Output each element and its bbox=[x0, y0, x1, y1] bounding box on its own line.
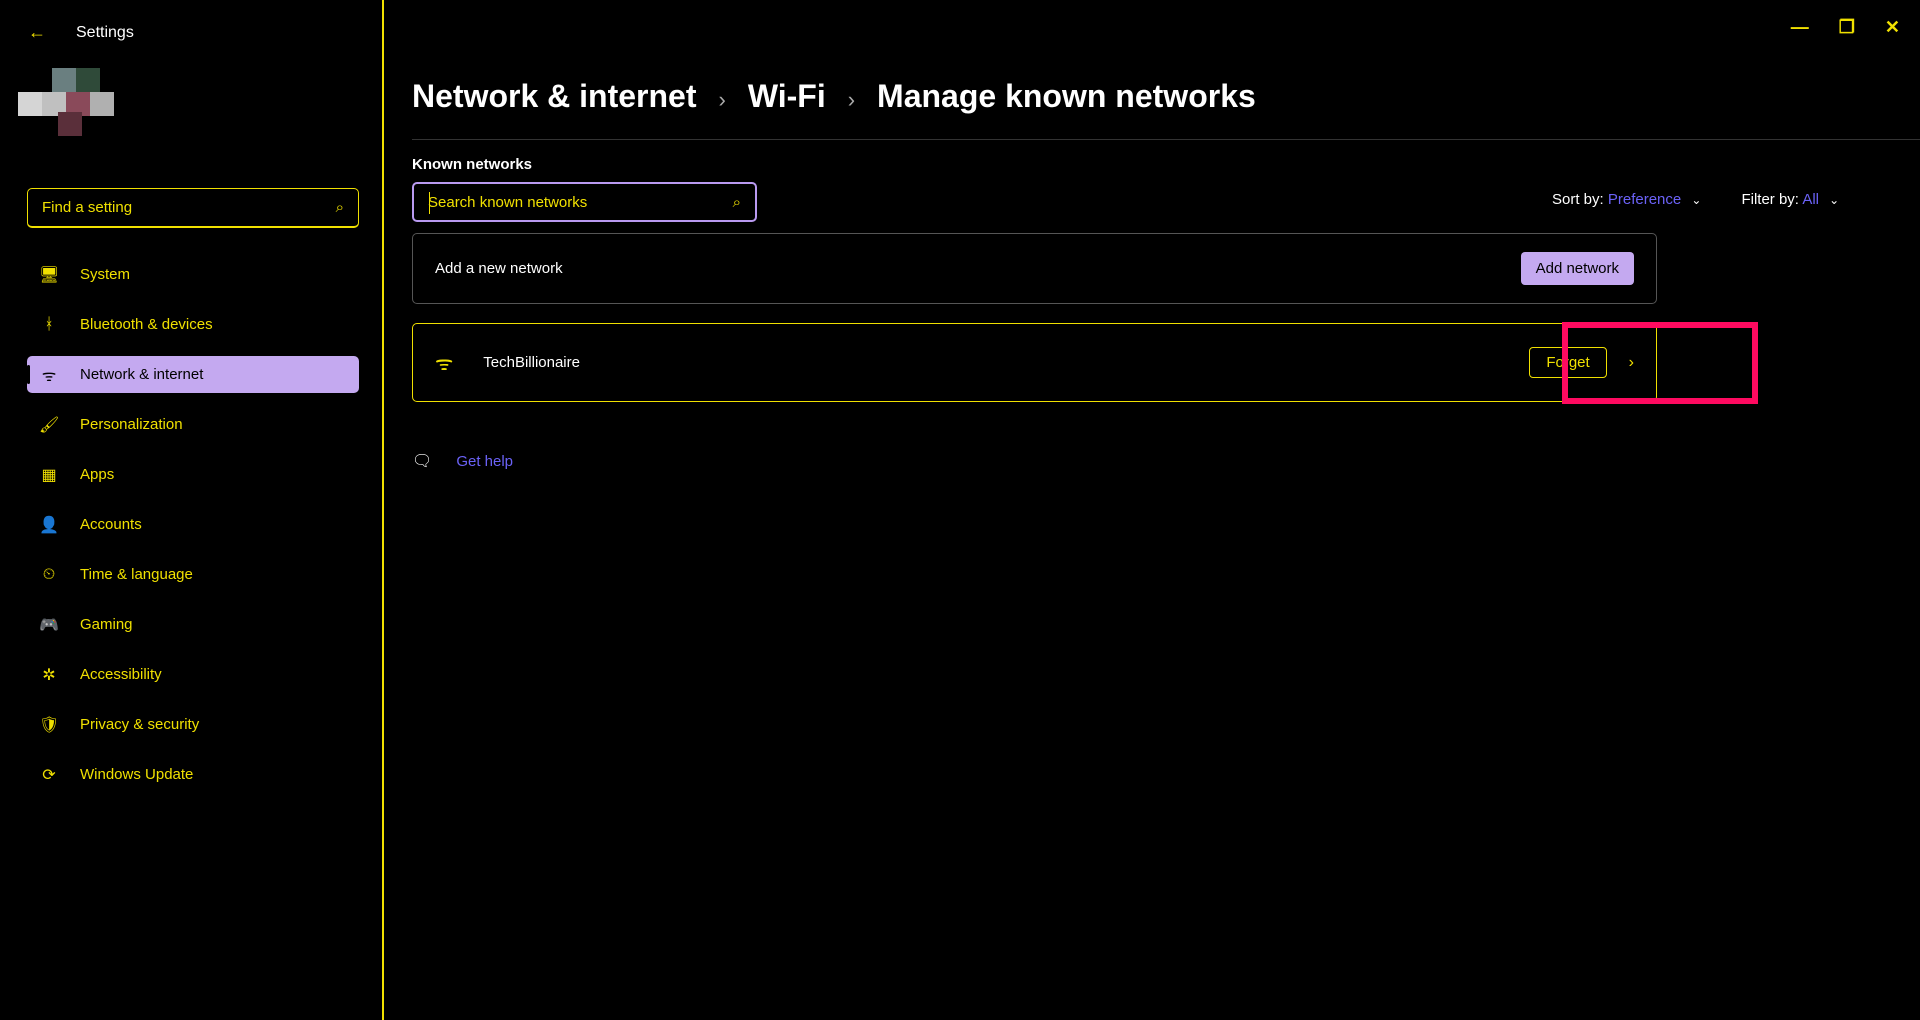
network-name: TechBillionaire bbox=[483, 354, 580, 371]
sidebar-item-personalization[interactable]: 🖌 Personalization bbox=[27, 406, 359, 443]
breadcrumb: Network & internet › Wi-Fi › Manage know… bbox=[412, 78, 1920, 115]
search-icon: ⌕ bbox=[733, 194, 741, 211]
sort-by-dropdown[interactable]: Sort by: Preference ⌄ bbox=[1552, 191, 1701, 208]
sidebar-item-time[interactable]: ⏲ Time & language bbox=[27, 556, 359, 593]
accessibility-icon: ✲ bbox=[39, 665, 59, 685]
close-button[interactable]: ✕ bbox=[1885, 18, 1900, 36]
divider bbox=[412, 139, 1920, 140]
sidebar-item-accounts[interactable]: 👤 Accounts bbox=[27, 506, 359, 543]
window-controls: — ❐ ✕ bbox=[1791, 18, 1900, 36]
sidebar-item-update[interactable]: ⟳ Windows Update bbox=[27, 756, 359, 793]
sidebar-item-bluetooth[interactable]: ᚼ Bluetooth & devices bbox=[27, 306, 359, 343]
shield-icon: 🛡 bbox=[39, 715, 59, 735]
sidebar-item-label: Personalization bbox=[80, 416, 183, 433]
sidebar-item-label: Gaming bbox=[80, 616, 133, 633]
search-icon: ⌕ bbox=[336, 199, 344, 216]
sort-label: Sort by: bbox=[1552, 191, 1604, 208]
add-network-row: Add a new network Add network bbox=[412, 233, 1657, 304]
sidebar-item-label: Time & language bbox=[80, 566, 193, 583]
filter-row: Sort by: Preference ⌄ Filter by: All ⌄ bbox=[1552, 191, 1839, 208]
bluetooth-icon: ᚼ bbox=[39, 316, 59, 334]
system-icon: 🖥 bbox=[39, 265, 59, 285]
breadcrumb-leaf: Manage known networks bbox=[877, 78, 1256, 115]
sidebar-item-label: Privacy & security bbox=[80, 716, 199, 733]
brush-icon: 🖌 bbox=[39, 415, 59, 435]
known-networks-label: Known networks bbox=[412, 156, 532, 173]
gamepad-icon: 🎮 bbox=[39, 615, 59, 635]
sidebar-item-system[interactable]: 🖥 System bbox=[27, 256, 359, 293]
sidebar-item-label: Apps bbox=[80, 466, 114, 483]
clock-icon: ⏲ bbox=[39, 566, 59, 584]
help-icon: 🗨 bbox=[412, 451, 432, 471]
add-network-label: Add a new network bbox=[435, 260, 563, 277]
sidebar-item-network[interactable]: ᯤ Network & internet bbox=[27, 356, 359, 393]
sidebar-item-accessibility[interactable]: ✲ Accessibility bbox=[27, 656, 359, 693]
filter-label: Filter by: bbox=[1741, 191, 1799, 208]
maximize-button[interactable]: ❐ bbox=[1839, 18, 1855, 36]
get-help-row[interactable]: 🗨 Get help bbox=[412, 451, 513, 471]
chevron-down-icon: ⌄ bbox=[1829, 193, 1839, 207]
divider bbox=[382, 0, 384, 1020]
apps-icon: ▦ bbox=[39, 465, 59, 485]
sidebar-nav: 🖥 System ᚼ Bluetooth & devices ᯤ Network & … bbox=[27, 256, 359, 793]
breadcrumb-root[interactable]: Network & internet bbox=[412, 78, 696, 115]
sidebar-item-label: System bbox=[80, 266, 130, 283]
sidebar-search-placeholder: Find a setting bbox=[42, 199, 132, 216]
filter-value: All bbox=[1802, 191, 1819, 208]
chevron-right-icon: › bbox=[848, 87, 855, 113]
sidebar: Find a setting ⌕ 🖥 System ᚼ Bluetooth & de… bbox=[0, 0, 382, 1020]
sidebar-search-input[interactable]: Find a setting ⌕ bbox=[27, 188, 359, 228]
sidebar-item-label: Windows Update bbox=[80, 766, 193, 783]
add-network-button[interactable]: Add network bbox=[1521, 252, 1634, 285]
known-networks-search-input[interactable]: Search known networks ⌕ bbox=[412, 182, 757, 222]
chevron-right-icon: › bbox=[718, 87, 725, 113]
sidebar-item-label: Bluetooth & devices bbox=[80, 316, 213, 333]
main-content: Network & internet › Wi-Fi › Manage know… bbox=[412, 78, 1920, 115]
wifi-icon: ᯤ bbox=[39, 364, 59, 386]
network-row[interactable]: ᯤ TechBillionaire Forget › bbox=[412, 323, 1657, 402]
wifi-icon: ᯤ bbox=[435, 349, 453, 376]
sidebar-item-privacy[interactable]: 🛡 Privacy & security bbox=[27, 706, 359, 743]
forget-button[interactable]: Forget bbox=[1529, 347, 1606, 378]
filter-by-dropdown[interactable]: Filter by: All ⌄ bbox=[1741, 191, 1839, 208]
person-icon: 👤 bbox=[39, 515, 59, 535]
sidebar-item-label: Accounts bbox=[80, 516, 142, 533]
known-networks-search-placeholder: Search known networks bbox=[428, 194, 587, 211]
sort-value: Preference bbox=[1608, 191, 1681, 208]
minimize-button[interactable]: — bbox=[1791, 18, 1809, 36]
sidebar-item-label: Network & internet bbox=[80, 366, 203, 383]
chevron-right-icon[interactable]: › bbox=[1629, 354, 1634, 372]
sidebar-item-apps[interactable]: ▦ Apps bbox=[27, 456, 359, 493]
sidebar-item-label: Accessibility bbox=[80, 666, 162, 683]
breadcrumb-mid[interactable]: Wi-Fi bbox=[748, 78, 826, 115]
get-help-link[interactable]: Get help bbox=[456, 453, 513, 470]
sync-icon: ⟳ bbox=[39, 765, 59, 785]
chevron-down-icon: ⌄ bbox=[1691, 193, 1701, 207]
sidebar-item-gaming[interactable]: 🎮 Gaming bbox=[27, 606, 359, 643]
